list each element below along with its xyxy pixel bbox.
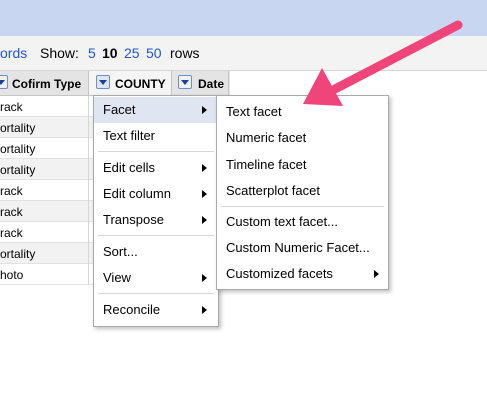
callout-arrow-icon [303, 20, 463, 106]
